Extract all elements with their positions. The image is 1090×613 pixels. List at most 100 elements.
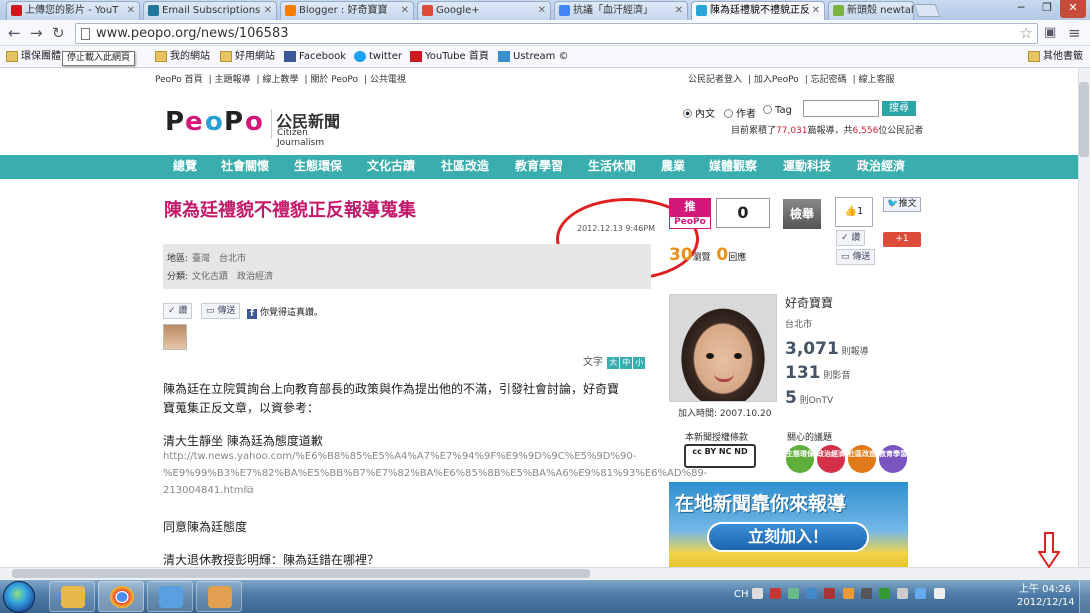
taskbar-app-chrome[interactable] xyxy=(98,581,144,612)
taskbar-app-paint[interactable] xyxy=(196,581,242,612)
close-icon[interactable]: ✕ xyxy=(127,2,135,19)
nav-item[interactable]: 生活休閒 xyxy=(588,158,636,175)
volume-icon[interactable] xyxy=(933,588,945,599)
bookmark-youtube[interactable]: YouTube 首頁 xyxy=(410,49,489,65)
gplus-button[interactable]: +1 xyxy=(883,232,921,247)
address-bar[interactable]: www.peopo.org/news/106583 ☆ xyxy=(75,23,1038,44)
reload-icon[interactable]: ↻ xyxy=(52,24,65,42)
meta-value[interactable]: 臺灣 台北市 xyxy=(192,254,246,264)
top-link[interactable]: 公共電視 xyxy=(370,75,406,85)
top-link[interactable]: 加入PeoPo xyxy=(754,75,799,85)
font-size-medium[interactable]: 中 xyxy=(620,357,633,369)
link-text[interactable]: 213004841.html xyxy=(163,485,246,496)
menu-icon[interactable]: ≡ xyxy=(1068,24,1081,42)
top-link[interactable]: 關於 PeoPo xyxy=(310,75,358,85)
top-link[interactable]: 公民記者登入 xyxy=(688,75,742,85)
top-link[interactable]: 主題報導 xyxy=(215,75,251,85)
nav-item[interactable]: 政治經濟 xyxy=(857,158,905,175)
bookmark-ustream[interactable]: Ustream © xyxy=(498,49,569,65)
network-icon[interactable] xyxy=(915,588,927,599)
top-link[interactable]: PeoPo 首頁 xyxy=(155,75,203,85)
share-button[interactable]: ▭ 傳送 xyxy=(201,303,241,319)
tray-icon[interactable] xyxy=(860,588,872,599)
bookmark-folder[interactable]: 好用網站 xyxy=(220,49,275,65)
join-button[interactable]: 立刻加入！ xyxy=(707,522,869,552)
push-button[interactable]: ✓ 讚 xyxy=(836,230,866,246)
bookmark-folder[interactable]: 我的網站 xyxy=(155,49,210,65)
browser-tab[interactable]: Google+ ✕ xyxy=(417,1,551,20)
tweet-button[interactable]: 🐦推文 xyxy=(883,197,921,212)
article-link[interactable]: 213004841.html⧉ xyxy=(163,485,253,496)
tray-icon[interactable] xyxy=(824,588,836,599)
tray-icon[interactable] xyxy=(769,588,781,599)
browser-tab[interactable]: Email Subscriptions ✕ xyxy=(143,1,277,20)
close-icon[interactable]: ✕ xyxy=(812,2,820,19)
report-button[interactable]: 檢舉 xyxy=(783,199,821,229)
article-link[interactable]: %E9%99%B3%E7%82%BA%E5%BB%B7%E7%82%BA%E6%… xyxy=(163,468,707,479)
site-logo[interactable]: P e o P o 公民新聞 Citizen Journalism xyxy=(165,106,355,148)
push-button[interactable]: ✓ 讚 xyxy=(163,303,193,319)
close-icon[interactable]: ✕ xyxy=(675,2,683,19)
fb-like[interactable]: f 你覺得這真讚。 xyxy=(247,305,323,319)
topic-badge[interactable]: 教育學習 xyxy=(879,445,907,473)
close-icon[interactable]: ✕ xyxy=(401,2,409,19)
search-option-tag[interactable]: Tag xyxy=(763,105,792,116)
top-link[interactable]: 忘記密碼 xyxy=(811,75,847,85)
close-icon[interactable]: ✕ xyxy=(538,2,546,19)
topic-badge[interactable]: 生態環保 xyxy=(786,445,814,473)
tray-icon[interactable] xyxy=(842,588,854,599)
nav-item[interactable]: 文化古蹟 xyxy=(367,158,415,175)
browser-tab-active[interactable]: 陳為廷禮貌不禮貌正反 ✕ xyxy=(691,1,825,20)
nav-item[interactable]: 運動科技 xyxy=(783,158,831,175)
avatar[interactable] xyxy=(163,324,187,350)
tray-icon[interactable] xyxy=(879,588,891,599)
taskbar-app-messenger[interactable] xyxy=(147,581,193,612)
nav-item[interactable]: 媒體觀察 xyxy=(709,158,757,175)
search-option-author[interactable]: 作者 xyxy=(724,105,756,120)
tray-icon[interactable] xyxy=(897,588,909,599)
bookmark-facebook[interactable]: Facebook xyxy=(284,49,346,65)
share-button[interactable]: ▭ 傳送 xyxy=(836,249,876,265)
search-input[interactable] xyxy=(803,100,879,117)
top-link[interactable]: 線上教學 xyxy=(262,75,298,85)
browser-tab[interactable]: 上傳您的影片 - YouT ✕ xyxy=(6,1,140,20)
start-button[interactable] xyxy=(3,581,35,613)
top-link[interactable]: 線上客服 xyxy=(859,75,895,85)
system-clock[interactable]: 上午 04:26 2012/12/14 xyxy=(1017,583,1075,609)
minimize-icon[interactable]: ─ xyxy=(1008,0,1034,18)
cc-license-badge[interactable]: cc BY NC ND xyxy=(684,444,756,468)
ime-indicator[interactable]: CH xyxy=(734,589,749,600)
browser-tab[interactable]: 抗議「血汗經濟」 ✕ xyxy=(554,1,688,20)
extension-icon[interactable]: ▣ xyxy=(1044,24,1056,42)
author-photo[interactable] xyxy=(669,294,777,402)
nav-item[interactable]: 總覽 xyxy=(173,158,197,175)
show-desktop-button[interactable] xyxy=(1079,580,1090,613)
vertical-scroll-thumb[interactable] xyxy=(1079,82,1089,157)
font-size-large[interactable]: 大 xyxy=(607,357,620,369)
tray-icon[interactable] xyxy=(751,588,763,599)
topic-badge[interactable]: 社區改造 xyxy=(848,445,876,473)
nav-item[interactable]: 農業 xyxy=(661,158,685,175)
join-banner[interactable]: 在地新聞靠你來報導 立刻加入！ xyxy=(669,482,908,567)
new-tab-button[interactable] xyxy=(913,4,941,17)
url-text[interactable]: www.peopo.org/news/106583 xyxy=(96,26,289,41)
maximize-icon[interactable]: ❐ xyxy=(1034,0,1060,18)
back-icon[interactable]: ← xyxy=(8,24,21,42)
bookmark-twitter[interactable]: twitter xyxy=(354,49,402,65)
nav-item[interactable]: 社會關懷 xyxy=(221,158,269,175)
push-badge[interactable]: 推 PeoPo xyxy=(669,198,711,230)
article-link[interactable]: http://tw.news.yahoo.com/%E6%B8%85%E5%A4… xyxy=(163,451,636,462)
nav-item[interactable]: 教育學習 xyxy=(515,158,563,175)
bookmark-folder[interactable]: 環保團體 xyxy=(6,49,61,65)
nav-item[interactable]: 生態環保 xyxy=(294,158,342,175)
search-option-content[interactable]: 內文 xyxy=(683,105,715,120)
horizontal-scroll-thumb[interactable] xyxy=(12,569,590,578)
browser-tab[interactable]: 新頭殼 newtalk xyxy=(828,1,914,20)
fb-like-button[interactable]: 👍1 xyxy=(835,197,873,227)
tray-icon[interactable] xyxy=(788,588,800,599)
author-name[interactable]: 好奇寶寶 xyxy=(785,294,833,311)
font-size-small[interactable]: 小 xyxy=(633,357,646,369)
taskbar-app-explorer[interactable] xyxy=(49,581,95,612)
meta-value[interactable]: 文化古蹟 政治經濟 xyxy=(192,272,273,282)
star-icon[interactable]: ☆ xyxy=(1020,24,1033,42)
